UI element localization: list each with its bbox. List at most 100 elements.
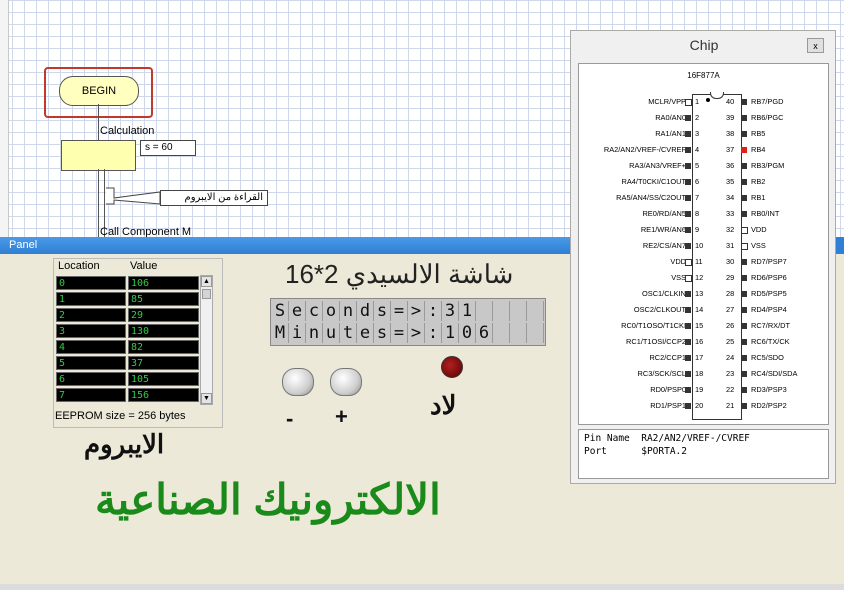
- pin-number: 8: [695, 209, 700, 218]
- pin-label: RC3/SCK/SCL: [637, 369, 686, 378]
- pin-terminal[interactable]: [741, 147, 747, 153]
- pin-terminal[interactable]: [741, 323, 747, 329]
- eeprom-read-note: القراءة من الايبروم: [160, 190, 268, 206]
- pin-terminal[interactable]: [685, 339, 691, 345]
- pin-label: MCLR/VPP: [648, 97, 686, 106]
- pin-number: 3: [695, 129, 700, 138]
- eeprom-location-cell: 4: [56, 340, 126, 354]
- lcd-char-cell: n: [340, 301, 357, 321]
- pin-terminal[interactable]: [685, 227, 691, 233]
- pin-terminal[interactable]: [685, 179, 691, 185]
- lcd-char-cell: s: [374, 301, 391, 321]
- table-row: 2 29: [56, 307, 200, 323]
- pin-label: RB1: [751, 193, 766, 202]
- scroll-up-icon[interactable]: ▲: [201, 276, 212, 287]
- eeprom-value-cell: 106: [128, 276, 199, 290]
- pin-terminal[interactable]: [685, 243, 691, 249]
- pin-terminal[interactable]: [741, 403, 747, 409]
- call-component-label: Call Component M: [100, 226, 192, 237]
- eeprom-col-location: Location: [58, 260, 100, 272]
- pin-number: 27: [726, 305, 735, 314]
- pin-terminal[interactable]: [685, 163, 691, 169]
- pin-terminal[interactable]: [741, 227, 748, 234]
- flow-connector: [98, 104, 99, 140]
- pin-label: RB2: [751, 177, 766, 186]
- table-row: 0 106: [56, 275, 200, 291]
- table-row: 4 82: [56, 339, 200, 355]
- calculation-label: Calculation: [100, 125, 155, 137]
- chip-window-title[interactable]: Chip: [571, 37, 837, 53]
- pin-terminal[interactable]: [741, 275, 747, 281]
- eeprom-location-cell: 7: [56, 388, 126, 402]
- pin-terminal[interactable]: [685, 371, 691, 377]
- scroll-thumb[interactable]: [202, 289, 211, 299]
- pin-terminal[interactable]: [741, 371, 747, 377]
- lcd-char-cell: o: [323, 301, 340, 321]
- pin-number: 2: [695, 113, 700, 122]
- pin-label: OSC2/CLKOUT: [633, 305, 686, 314]
- pin-label: RB3/PGM: [751, 161, 785, 170]
- table-row: 7 156: [56, 387, 200, 403]
- calculation-node[interactable]: [61, 140, 136, 171]
- pin-number: 11: [695, 257, 703, 266]
- pin-terminal[interactable]: [685, 211, 691, 217]
- pin-terminal[interactable]: [741, 99, 747, 105]
- plus-push-button[interactable]: [330, 368, 362, 396]
- pin-label: RD5/PSP5: [751, 289, 787, 298]
- eeprom-value-cell: 85: [128, 292, 199, 306]
- pin-number: 13: [695, 289, 704, 298]
- table-row: 3 130: [56, 323, 200, 339]
- status-strip: [0, 584, 844, 590]
- lcd-char-cell: [476, 301, 493, 321]
- scroll-down-icon[interactable]: ▼: [201, 393, 212, 404]
- pin-terminal[interactable]: [685, 307, 691, 313]
- pin-terminal[interactable]: [685, 131, 691, 137]
- pin-label: RA4/T0CKI/C1OUT: [621, 177, 686, 186]
- pin-terminal[interactable]: [685, 259, 692, 266]
- pin-terminal[interactable]: [741, 307, 747, 313]
- pin-terminal[interactable]: [685, 291, 691, 297]
- pin-terminal[interactable]: [741, 211, 747, 217]
- pin-terminal[interactable]: [685, 115, 691, 121]
- panel-title-bar[interactable]: Panel: [0, 237, 572, 254]
- lcd-display: Se c o n d s = >:3 1 Mi n u t e s = >:1 0 6: [270, 298, 546, 346]
- pin-terminal[interactable]: [741, 163, 747, 169]
- pin-terminal[interactable]: [685, 275, 692, 282]
- pin-terminal[interactable]: [741, 387, 747, 393]
- pin-number: 5: [695, 161, 700, 170]
- pin-terminal[interactable]: [741, 339, 747, 345]
- pin-terminal[interactable]: [685, 195, 691, 201]
- begin-node[interactable]: BEGIN: [59, 76, 139, 106]
- pin-terminal[interactable]: [741, 131, 747, 137]
- pin-number: 10: [695, 241, 704, 250]
- pin-terminal[interactable]: [685, 403, 691, 409]
- eeprom-value-cell: 37: [128, 356, 199, 370]
- eeprom-viewer: Location Value 0 106 1 85 2 29 3 130 4 82 5 37 6 105 7…: [53, 258, 223, 428]
- pin-number: 15: [695, 321, 704, 330]
- pin-terminal[interactable]: [685, 147, 691, 153]
- pin-terminal[interactable]: [741, 195, 747, 201]
- pin-label: RB6/PGC: [751, 113, 784, 122]
- pin-terminal[interactable]: [685, 99, 692, 106]
- pin-number: 32: [726, 225, 735, 234]
- pin-label: RB4: [751, 145, 766, 154]
- pin-terminal[interactable]: [741, 179, 747, 185]
- pin-terminal[interactable]: [685, 355, 691, 361]
- calc-note: s = 60: [140, 140, 196, 156]
- pin-terminal[interactable]: [685, 323, 691, 329]
- eeprom-scrollbar[interactable]: ▲ ▼: [200, 275, 213, 405]
- table-row: 5 37: [56, 355, 200, 371]
- close-icon[interactable]: x: [807, 38, 824, 53]
- pin-terminal[interactable]: [741, 243, 748, 250]
- pin-terminal[interactable]: [741, 355, 747, 361]
- eeprom-location-cell: 5: [56, 356, 126, 370]
- pin-terminal[interactable]: [741, 291, 747, 297]
- pin-number: 39: [726, 113, 735, 122]
- minus-push-button[interactable]: [282, 368, 314, 396]
- pin-terminal[interactable]: [741, 259, 747, 265]
- brand-text: الالكترونيك الصناعية: [95, 476, 441, 523]
- lcd-line-1: Se c o n d s = >:3 1: [271, 300, 545, 322]
- pin-terminal[interactable]: [741, 115, 747, 121]
- pin-terminal[interactable]: [685, 387, 691, 393]
- lcd-char-cell: [493, 301, 510, 321]
